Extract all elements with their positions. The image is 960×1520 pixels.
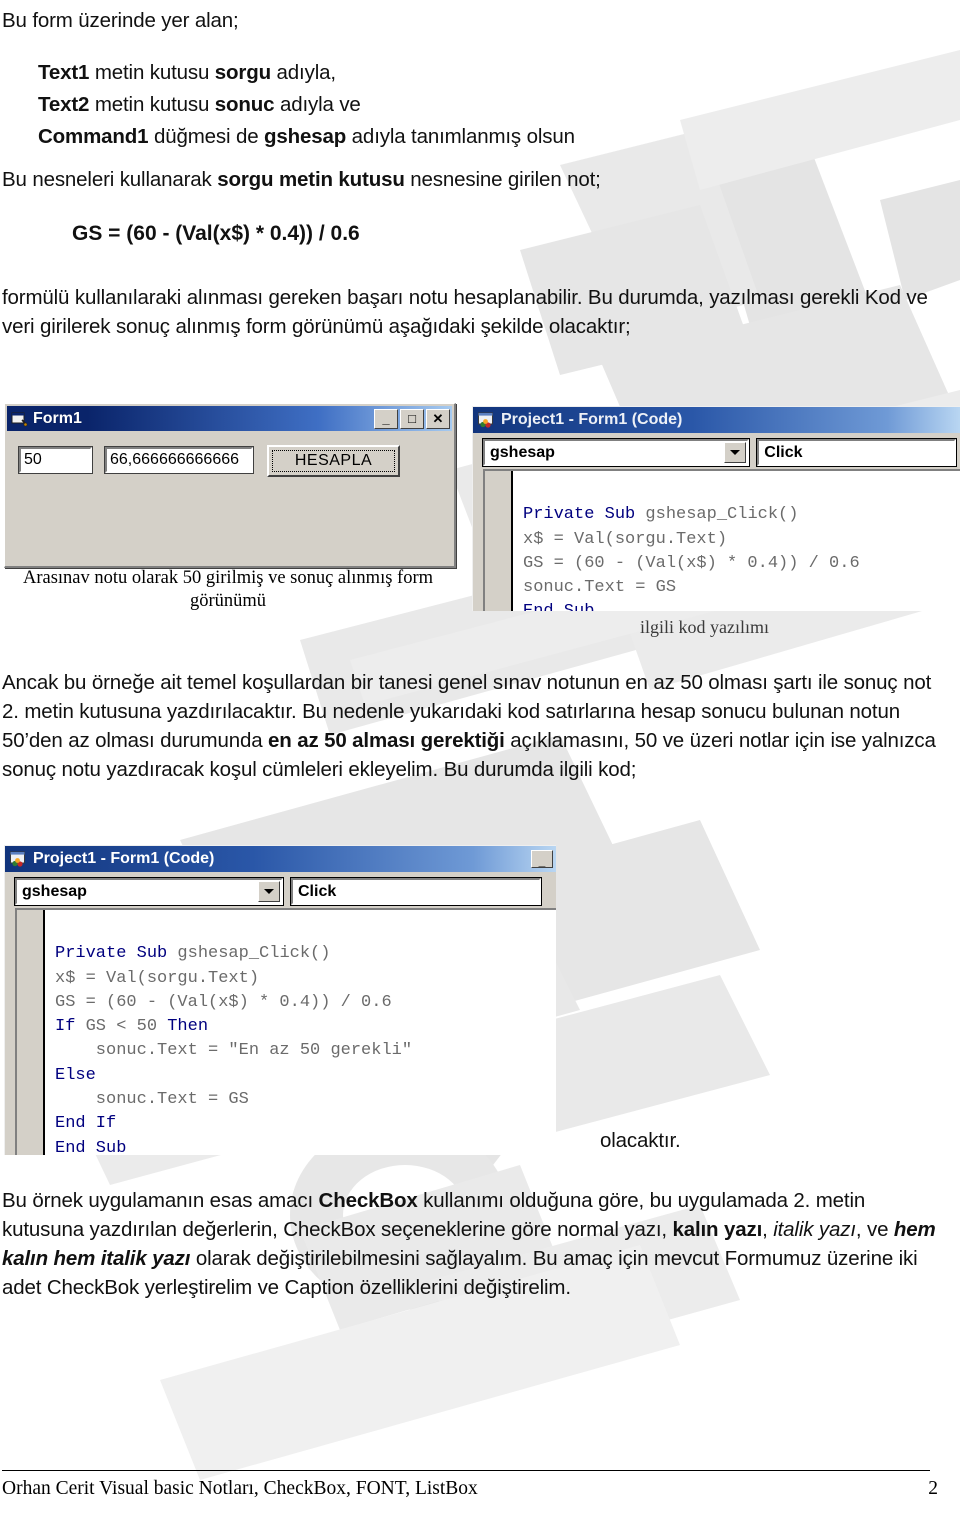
vb-code-icon [10, 851, 27, 867]
para-bottom-part1: Bu örnek uygulamanın esas amacı [2, 1189, 319, 1212]
para-mid-bold: en az 50 alması gerektiği [268, 729, 505, 753]
bullet-0-tail: adıyla, [271, 61, 337, 84]
bullet-1-mid: metin kutusu [89, 93, 215, 117]
definitions-list: Text1 metin kutusu sorgu adıyla, Text2 m… [38, 58, 575, 154]
list-item: Text1 metin kutusu sorgu adıyla, [38, 58, 575, 87]
vb-form1-window[interactable]: Form1 _ □ ✕ 50 66,666666666666 HESAPLA [4, 403, 456, 568]
code-window-1-editor[interactable]: Private Sub gshesap_Click() x$ = Val(sor… [483, 469, 960, 611]
code-window-1-toolbar: gshesap Click [473, 433, 960, 469]
object-combo[interactable]: gshesap [14, 877, 284, 906]
vb-code-window-1[interactable]: Project1 - Form1 (Code) gshesap Click Pr… [472, 406, 960, 611]
bullet-2-bold1: Command1 [38, 125, 149, 149]
code-line-1: x$ = Val(sorgu.Text) [523, 529, 728, 549]
para-bottom-italic: italik yazı [773, 1218, 856, 1242]
form1-titlebar[interactable]: Form1 _ □ ✕ [7, 406, 452, 431]
code-window-2-titlebar[interactable]: Project1 - Form1 (Code) _ [5, 846, 556, 872]
para-bottom-bold: kalın yazı [672, 1218, 763, 1242]
maximize-button[interactable]: □ [400, 408, 424, 429]
code2-line-1: x$ = Val(sorgu.Text) [55, 968, 260, 988]
form1-caption: Arasınav notu olarak 50 girilmiş ve sonu… [22, 568, 433, 612]
objects-bold: sorgu metin kutusu [217, 168, 405, 191]
code2-line-2: GS = (60 - (Val(x$) * 0.4)) / 0.6 [55, 992, 392, 1012]
sorgu-textbox[interactable]: 50 [18, 446, 93, 474]
object-combo-value: gshesap [490, 443, 555, 461]
objects-post: nesnesine girilen not; [404, 168, 601, 191]
para-bottom-part4: , ve [855, 1218, 894, 1242]
paragraph-formula-explanation: formülü kullanılaraki alınması gereken b… [2, 286, 928, 339]
code2-line-3: GS < 50 [85, 1017, 168, 1037]
object-combo[interactable]: gshesap [481, 438, 751, 467]
focus-rectangle [272, 450, 395, 472]
bullet-1-bold2: sonuc [214, 93, 275, 117]
bullet-1-tail: adıyla ve [274, 93, 361, 117]
bullet-2-mid: düğmesi de [148, 125, 265, 149]
code2-line-7: End If [55, 1114, 117, 1134]
bullet-0-bold1: Text1 [38, 61, 90, 84]
code-text-2[interactable]: Private Sub gshesap_Click() x$ = Val(sor… [45, 910, 556, 1155]
code2-line-4: sonuc.Text = "En az 50 gerekli" [55, 1041, 413, 1061]
event-combo-value: Click [298, 882, 337, 900]
bullet-1-bold1: Text2 [38, 93, 90, 117]
code2-line-6: sonuc.Text = GS [55, 1090, 249, 1110]
code-line-3: sonuc.Text = GS [523, 578, 677, 598]
bullet-0-bold2: sorgu [214, 61, 271, 84]
code-window-2-toolbar: gshesap Click [5, 872, 556, 908]
code2-line-3-kw: If [55, 1017, 86, 1037]
code-line-0: gshesap_Click() [645, 505, 799, 525]
code-window-2-editor[interactable]: Private Sub gshesap_Click() x$ = Val(sor… [15, 908, 556, 1155]
paragraph-conditions: Ancak bu örneğe ait temel koşullardan bi… [2, 668, 952, 784]
code2-line-0-kw: Private Sub [55, 944, 178, 964]
bullet-0-mid: metin kutusu [89, 61, 215, 84]
vb-code-window-2[interactable]: Project1 - Form1 (Code) _ gshesap Click … [4, 845, 556, 1155]
code-window-1-caption: ilgili kod yazılımı [640, 617, 769, 637]
close-button[interactable]: ✕ [426, 408, 450, 429]
code2-line-5: Else [55, 1065, 96, 1085]
objects-usage-line: Bu nesneleri kullanarak sorgu metin kutu… [2, 165, 601, 194]
paragraph-checkbox-intro: Bu örnek uygulamanın esas amacı CheckBox… [2, 1186, 952, 1302]
chevron-down-icon[interactable] [724, 442, 747, 463]
chevron-down-icon[interactable] [258, 881, 280, 902]
para-bottom-part3: , [762, 1218, 774, 1242]
sonuc-textbox[interactable]: 66,666666666666 [104, 446, 254, 474]
footer-text: Orhan Cerit Visual basic Notları, CheckB… [2, 1478, 478, 1499]
bullet-2-bold2: gshesap [264, 125, 347, 149]
hesapla-button[interactable]: HESAPLA [267, 445, 400, 477]
code-line-4: End Sub [523, 602, 594, 611]
vb-form-icon [11, 411, 28, 427]
intro-line: Bu form üzerinde yer alan; [2, 9, 239, 32]
code-window-1-title: Project1 - Form1 (Code) [501, 411, 683, 428]
footer-divider [2, 1470, 930, 1471]
formula-line: GS = (60 - (Val(x$) * 0.4)) / 0.6 [72, 222, 360, 245]
event-combo-value: Click [764, 443, 803, 461]
code-window-1-titlebar[interactable]: Project1 - Form1 (Code) [473, 407, 960, 433]
page-footer: Orhan Cerit Visual basic Notları, CheckB… [2, 1478, 952, 1500]
document-page: Bu form üzerinde yer alan; Text1 metin k… [0, 0, 960, 1520]
event-combo[interactable]: Click [756, 438, 957, 467]
code-line-0-kw: Private Sub [523, 505, 646, 525]
para-bottom-checkbox: CheckBox [318, 1189, 418, 1212]
minimize-button[interactable]: _ [531, 850, 553, 868]
minimize-button[interactable]: _ [374, 408, 398, 429]
list-item: Command1 düğmesi de gshesap adıyla tanım… [38, 122, 575, 151]
code2-line-3-kw2: Then [167, 1017, 209, 1037]
event-combo[interactable]: Click [290, 877, 542, 906]
form1-title: Form1 [33, 409, 82, 427]
code2-line-8: End Sub [55, 1138, 127, 1155]
vb-code-icon [478, 412, 495, 428]
code-line-2: GS = (60 - (Val(x$) * 0.4)) / 0.6 [523, 553, 860, 573]
code-window-2-title: Project1 - Form1 (Code) [33, 850, 215, 867]
bullet-2-tail: adıyla tanımlanmış olsun [346, 125, 575, 149]
code-text-1[interactable]: Private Sub gshesap_Click() x$ = Val(sor… [513, 471, 960, 611]
olacaktir-text: olacaktır. [600, 1129, 681, 1152]
objects-pre: Bu nesneleri kullanarak [2, 168, 218, 191]
page-number: 2 [928, 1478, 938, 1499]
list-item: Text2 metin kutusu sonuc adıyla ve [38, 90, 575, 119]
code-margin-indicator-bar [17, 910, 45, 1155]
object-combo-value: gshesap [22, 882, 87, 900]
code-margin-indicator-bar [485, 471, 513, 611]
code2-line-0: gshesap_Click() [177, 944, 331, 964]
